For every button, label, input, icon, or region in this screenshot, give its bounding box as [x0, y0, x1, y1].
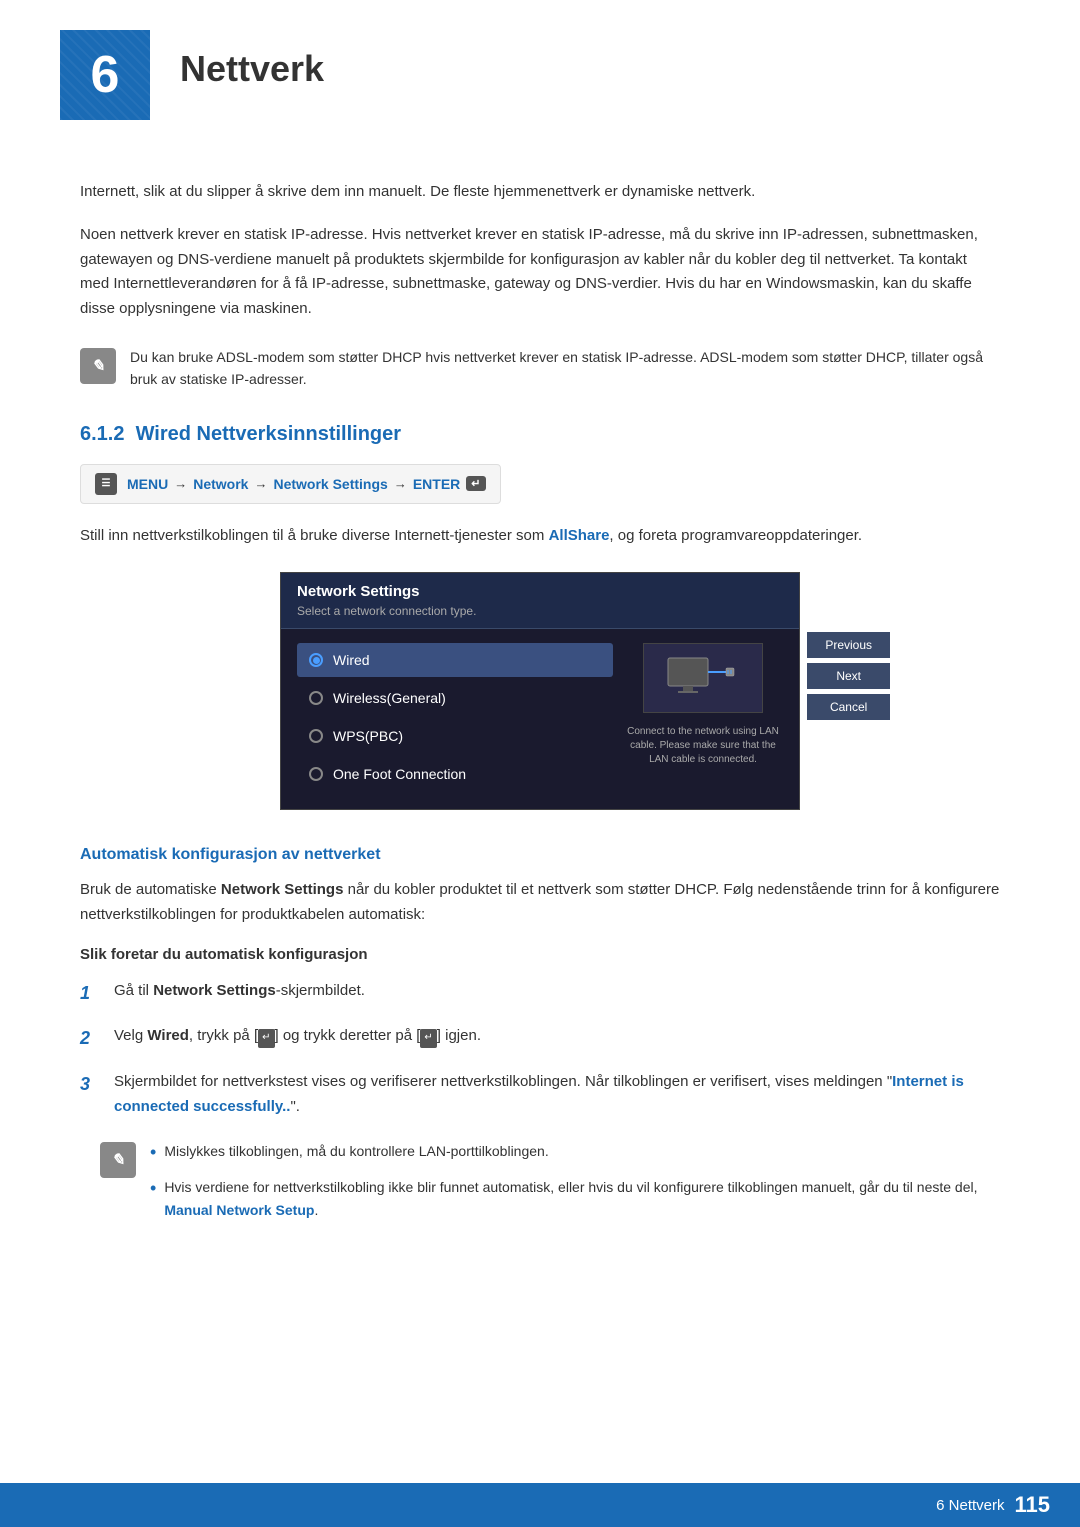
- radio-onefoot: [309, 767, 323, 781]
- step-1-text: Gå til Network Settings-skjermbildet.: [114, 979, 365, 1004]
- auto-config-bold: Network Settings: [221, 881, 344, 898]
- radio-wireless: [309, 691, 323, 705]
- menu-arrow-3: →: [394, 476, 407, 491]
- bullet-list: • Mislykkes tilkoblingen, må du kontroll…: [150, 1140, 1000, 1232]
- menu-item-enter: ENTER: [413, 476, 460, 492]
- enter-icon: ↵: [466, 476, 485, 491]
- next-button[interactable]: Next: [807, 663, 890, 689]
- dialog-subtitle: Select a network connection type.: [297, 604, 783, 618]
- note-icon: ✎: [80, 348, 116, 384]
- dialog-buttons: Previous Next Cancel: [807, 632, 890, 720]
- step-3-text: Skjermbildet for nettverkstest vises og …: [114, 1070, 1000, 1120]
- bullet-2-text: Hvis verdiene for nettverkstilkobling ik…: [164, 1176, 1000, 1221]
- chapter-number: 6: [91, 45, 120, 105]
- section-number: 6.1.2: [80, 423, 124, 445]
- section-heading: 6.1.2 Wired Nettverksinnstillinger: [80, 423, 1000, 446]
- chapter-title: Nettverk: [180, 48, 324, 90]
- footer-label: 6 Nettverk: [936, 1497, 1004, 1514]
- network-dialog-container: Network Settings Select a network connec…: [80, 572, 1000, 810]
- cancel-button[interactable]: Cancel: [807, 694, 890, 720]
- radio-wps: [309, 729, 323, 743]
- menu-arrow-2: →: [254, 476, 267, 491]
- option-wps[interactable]: WPS(PBC): [297, 719, 613, 753]
- bullet-dot-2: •: [150, 1174, 156, 1203]
- enter-icon-2: ↵: [420, 1029, 436, 1048]
- content-area: Internett, slik at du slipper å skrive d…: [0, 140, 1080, 1291]
- menu-item-menu: MENU: [127, 476, 168, 492]
- note-box: ✎ Du kan bruke ADSL-modem som støtter DH…: [80, 346, 1000, 391]
- step-3: 3 Skjermbildet for nettverkstest vises o…: [80, 1070, 1000, 1120]
- bullet-dot-1: •: [150, 1138, 156, 1167]
- step-2: 2 Velg Wired, trykk på [↵] og trykk dere…: [80, 1024, 1000, 1054]
- note-text: Du kan bruke ADSL-modem som støtter DHCP…: [130, 346, 1000, 391]
- option-wireless-label: Wireless(General): [333, 690, 446, 706]
- bullet-1-text: Mislykkes tilkoblingen, må du kontroller…: [164, 1140, 548, 1162]
- intro-allshare: AllShare: [549, 527, 610, 544]
- bullet-2: • Hvis verdiene for nettverkstilkobling …: [150, 1176, 1000, 1221]
- step-2-text: Velg Wired, trykk på [↵] og trykk derett…: [114, 1024, 481, 1049]
- step-1-number: 1: [80, 979, 100, 1009]
- subsection-heading: Automatisk konfigurasjon av nettverket: [80, 846, 1000, 864]
- step-2-number: 2: [80, 1024, 100, 1054]
- enter-icon-1: ↵: [258, 1029, 274, 1048]
- slik-heading: Slik foretar du automatisk konfigurasjon: [80, 946, 1000, 963]
- page-number: 115: [1015, 1492, 1051, 1518]
- menu-path: ☰ MENU → Network → Network Settings → EN…: [80, 464, 501, 504]
- option-wps-label: WPS(PBC): [333, 728, 403, 744]
- body-paragraph-2: Noen nettverk krever en statisk IP-adres…: [80, 223, 1000, 322]
- bullet-1: • Mislykkes tilkoblingen, må du kontroll…: [150, 1140, 1000, 1167]
- network-svg: [663, 653, 743, 703]
- network-dialog: Network Settings Select a network connec…: [280, 572, 800, 810]
- step-2-bold: Wired: [147, 1027, 189, 1044]
- option-onefoot-label: One Foot Connection: [333, 766, 466, 782]
- dialog-title: Network Settings: [297, 583, 783, 600]
- chapter-number-box: 6: [60, 30, 150, 120]
- note-icon-2: ✎: [100, 1142, 136, 1178]
- page-footer: 6 Nettverk 115: [0, 1483, 1080, 1527]
- intro-text: Still inn nettverkstilkoblingen til å br…: [80, 524, 1000, 549]
- menu-item-network: Network: [193, 476, 248, 492]
- option-wired[interactable]: Wired: [297, 643, 613, 677]
- note-box-bullets: ✎ • Mislykkes tilkoblingen, må du kontro…: [100, 1140, 1000, 1232]
- dialog-title-bar: Network Settings Select a network connec…: [281, 573, 799, 629]
- option-onefoot[interactable]: One Foot Connection: [297, 757, 613, 791]
- dialog-right: Connect to the network using LAN cable. …: [623, 643, 783, 795]
- dialog-options: Wired Wireless(General) WPS(PBC): [297, 643, 613, 795]
- menu-item-settings: Network Settings: [273, 476, 387, 492]
- chapter-header: 6 Nettverk: [0, 0, 1080, 140]
- dialog-body: Wired Wireless(General) WPS(PBC): [281, 629, 799, 809]
- step-1: 1 Gå til Network Settings-skjermbildet.: [80, 979, 1000, 1009]
- auto-config-text: Bruk de automatiske Network Settings når…: [80, 878, 1000, 928]
- section-title: Wired Nettverksinnstillinger: [136, 423, 401, 445]
- option-wireless[interactable]: Wireless(General): [297, 681, 613, 715]
- page-wrapper: 6 Nettverk Internett, slik at du slipper…: [0, 0, 1080, 1527]
- option-wired-label: Wired: [333, 652, 370, 668]
- menu-arrow-1: →: [174, 476, 187, 491]
- network-graphic: [643, 643, 763, 713]
- menu-path-icon: ☰: [95, 473, 117, 495]
- radio-wired: [309, 653, 323, 667]
- previous-button[interactable]: Previous: [807, 632, 890, 658]
- dialog-info-text: Connect to the network using LAN cable. …: [623, 721, 783, 771]
- numbered-list: 1 Gå til Network Settings-skjermbildet. …: [80, 979, 1000, 1120]
- step-3-number: 3: [80, 1070, 100, 1100]
- bullet-2-bold: Manual Network Setup: [164, 1202, 314, 1218]
- body-paragraph-1: Internett, slik at du slipper å skrive d…: [80, 180, 1000, 205]
- step-1-bold: Network Settings: [153, 982, 276, 999]
